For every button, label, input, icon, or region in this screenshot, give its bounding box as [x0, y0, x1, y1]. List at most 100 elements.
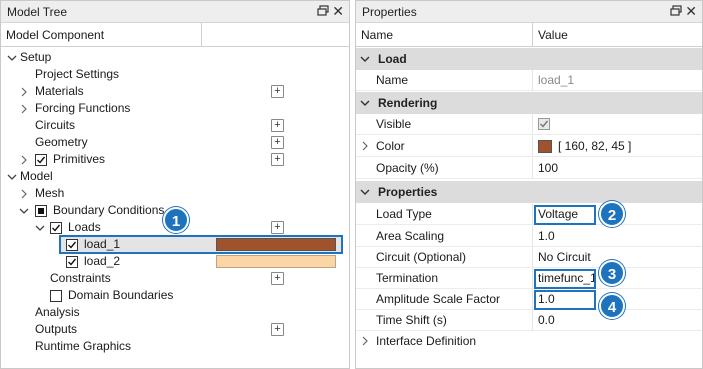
prop-name: Area Scaling	[376, 229, 445, 243]
boundary-conditions-checkbox[interactable]	[35, 205, 47, 217]
chevron-down-icon[interactable]	[7, 172, 17, 182]
section-label: Rendering	[378, 96, 438, 110]
float-window-icon[interactable]	[670, 5, 682, 17]
column-separator	[532, 70, 533, 91]
prop-name: Load Type	[376, 207, 432, 221]
column-separator	[532, 158, 533, 179]
chevron-down-icon[interactable]	[360, 98, 370, 108]
chevron-down-icon[interactable]	[35, 223, 45, 233]
properties-title: Properties	[362, 4, 417, 19]
chevron-down-icon[interactable]	[7, 53, 17, 63]
prop-value[interactable]: 0.0	[538, 310, 555, 331]
prop-row-area-scaling[interactable]: Area Scaling 1.0	[356, 226, 702, 247]
column-header-name: Name	[361, 27, 394, 42]
prop-row-circuit[interactable]: Circuit (Optional) No Circuit	[356, 247, 702, 268]
prop-row-opacity[interactable]: Opacity (%) 100	[356, 158, 702, 179]
prop-name: Interface Definition	[376, 334, 477, 348]
section-rendering[interactable]: Rendering	[356, 92, 702, 114]
tree-item-project-settings[interactable]: Project Settings	[1, 66, 349, 83]
prop-row-termination[interactable]: Termination timefunc_1	[356, 268, 702, 289]
column-separator[interactable]	[532, 23, 533, 46]
prop-row-interface-definition[interactable]: Interface Definition	[356, 331, 702, 352]
tree-item-circuits[interactable]: Circuits +	[1, 117, 349, 134]
loads-checkbox[interactable]	[50, 222, 62, 234]
prop-name: Opacity (%)	[376, 161, 439, 175]
tree-item-analysis[interactable]: Analysis	[1, 304, 349, 321]
tree-item-label: Materials	[35, 84, 84, 98]
tree-item-outputs[interactable]: Outputs +	[1, 321, 349, 338]
tree-item-setup[interactable]: Setup	[1, 49, 349, 66]
prop-row-load-type[interactable]: Load Type Voltage	[356, 204, 702, 225]
add-primitive-button[interactable]: +	[271, 153, 284, 166]
add-load-button[interactable]: +	[271, 221, 284, 234]
prop-value: [ 160, 82, 45 ]	[558, 139, 632, 153]
tree-item-forcing-functions[interactable]: Forcing Functions	[1, 100, 349, 117]
properties-panel: Properties ✕ Name Value Load Name load_1…	[355, 0, 703, 369]
add-geometry-button[interactable]: +	[271, 136, 284, 149]
tree-item-label: Setup	[20, 50, 52, 64]
visible-checkbox[interactable]	[538, 118, 550, 130]
prop-name: Termination	[376, 271, 439, 285]
close-icon[interactable]: ✕	[685, 3, 697, 19]
tree-item-label: Domain Boundaries	[68, 288, 174, 302]
tree-item-domain-boundaries[interactable]: Domain Boundaries	[1, 287, 349, 304]
add-material-button[interactable]: +	[271, 85, 284, 98]
tree-item-label: Loads	[68, 220, 101, 234]
close-icon[interactable]: ✕	[332, 3, 344, 19]
domain-boundaries-checkbox[interactable]	[50, 290, 62, 302]
properties-titlebar: Properties ✕	[356, 1, 702, 23]
load-2-color-swatch	[216, 255, 336, 268]
callout-1: 1	[163, 207, 189, 233]
prop-row-visible[interactable]: Visible	[356, 114, 702, 135]
tree-item-mesh[interactable]: Mesh	[1, 185, 349, 202]
tree-item-model[interactable]: Model	[1, 168, 349, 185]
tree-item-primitives[interactable]: Primitives +	[1, 151, 349, 168]
prop-name: Amplitude Scale Factor	[376, 292, 501, 306]
section-properties[interactable]: Properties	[356, 181, 702, 203]
prop-row-amplitude-scale-factor[interactable]: Amplitude Scale Factor 1.0	[356, 289, 702, 310]
column-separator[interactable]	[201, 23, 202, 46]
load-2-checkbox[interactable]	[66, 256, 78, 268]
section-load[interactable]: Load	[356, 48, 702, 70]
prop-value[interactable]: load_1	[538, 70, 574, 91]
chevron-right-icon[interactable]	[360, 141, 370, 151]
tree-item-materials[interactable]: Materials +	[1, 83, 349, 100]
tree-item-label: Outputs	[35, 322, 78, 336]
tree-item-constraints[interactable]: Constraints +	[1, 270, 349, 287]
tree-item-geometry[interactable]: Geometry +	[1, 134, 349, 151]
column-separator	[532, 226, 533, 247]
load-1-highlight	[59, 235, 343, 254]
primitives-checkbox[interactable]	[35, 154, 47, 166]
column-separator	[532, 204, 533, 225]
tree-item-load-2[interactable]: load_2	[60, 253, 342, 270]
prop-row-color[interactable]: Color [ 160, 82, 45 ]	[356, 136, 702, 157]
prop-row-name[interactable]: Name load_1	[356, 70, 702, 91]
color-swatch[interactable]	[538, 140, 552, 153]
prop-value[interactable]: 1.0	[538, 226, 555, 247]
prop-name: Circuit (Optional)	[376, 250, 467, 264]
add-constraint-button[interactable]: +	[271, 272, 284, 285]
chevron-down-icon[interactable]	[360, 54, 370, 64]
chevron-down-icon[interactable]	[360, 187, 370, 197]
termination-highlight	[534, 269, 596, 289]
chevron-right-icon[interactable]	[19, 155, 29, 165]
chevron-right-icon[interactable]	[360, 336, 370, 346]
add-output-button[interactable]: +	[271, 323, 284, 336]
tree-item-label: Model	[20, 169, 53, 183]
tree-column-header: Model Component	[1, 23, 349, 47]
chevron-right-icon[interactable]	[19, 189, 29, 199]
prop-value[interactable]: No Circuit	[538, 247, 591, 268]
tree-item-label: load_2	[84, 254, 121, 268]
chevron-right-icon[interactable]	[19, 104, 29, 114]
prop-row-time-shift[interactable]: Time Shift (s) 0.0	[356, 310, 702, 331]
chevron-right-icon[interactable]	[19, 87, 29, 97]
tree-item-label: Runtime Graphics	[35, 339, 132, 353]
section-label: Load	[378, 52, 407, 66]
add-circuit-button[interactable]: +	[271, 119, 284, 132]
tree-item-label: Circuits	[35, 118, 76, 132]
tree-item-runtime-graphics[interactable]: Runtime Graphics	[1, 338, 349, 355]
chevron-down-icon[interactable]	[19, 206, 29, 216]
float-window-icon[interactable]	[317, 5, 329, 17]
prop-value[interactable]: 100	[538, 158, 558, 179]
column-separator	[532, 136, 533, 157]
